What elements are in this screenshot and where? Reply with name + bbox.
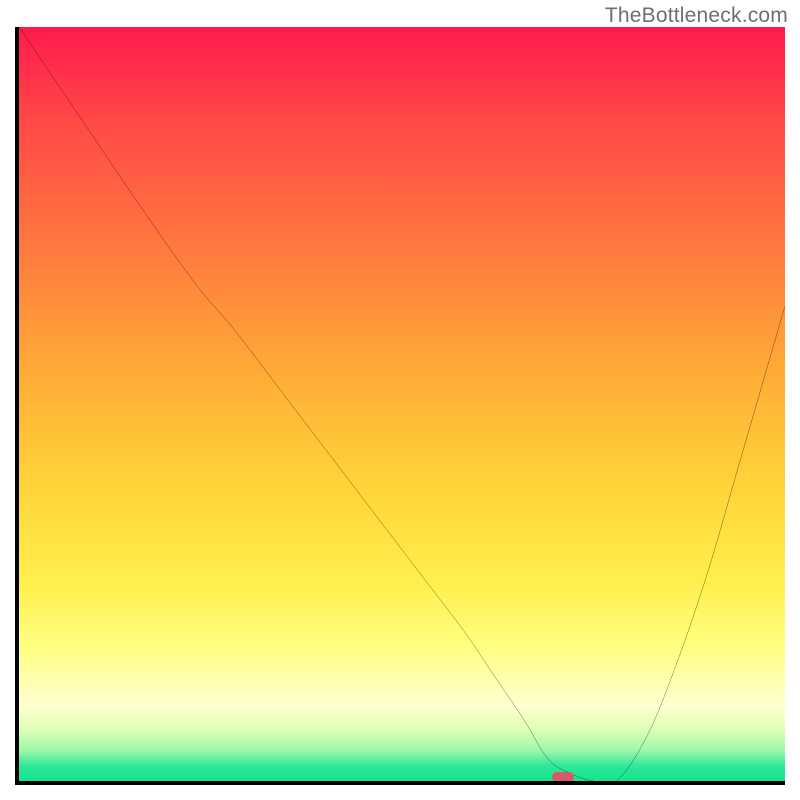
bottleneck-curve xyxy=(19,27,785,781)
watermark-text: TheBottleneck.com xyxy=(605,4,788,28)
optimal-point-marker xyxy=(552,772,574,782)
plot-area xyxy=(15,27,785,785)
chart-frame: TheBottleneck.com xyxy=(0,0,800,800)
